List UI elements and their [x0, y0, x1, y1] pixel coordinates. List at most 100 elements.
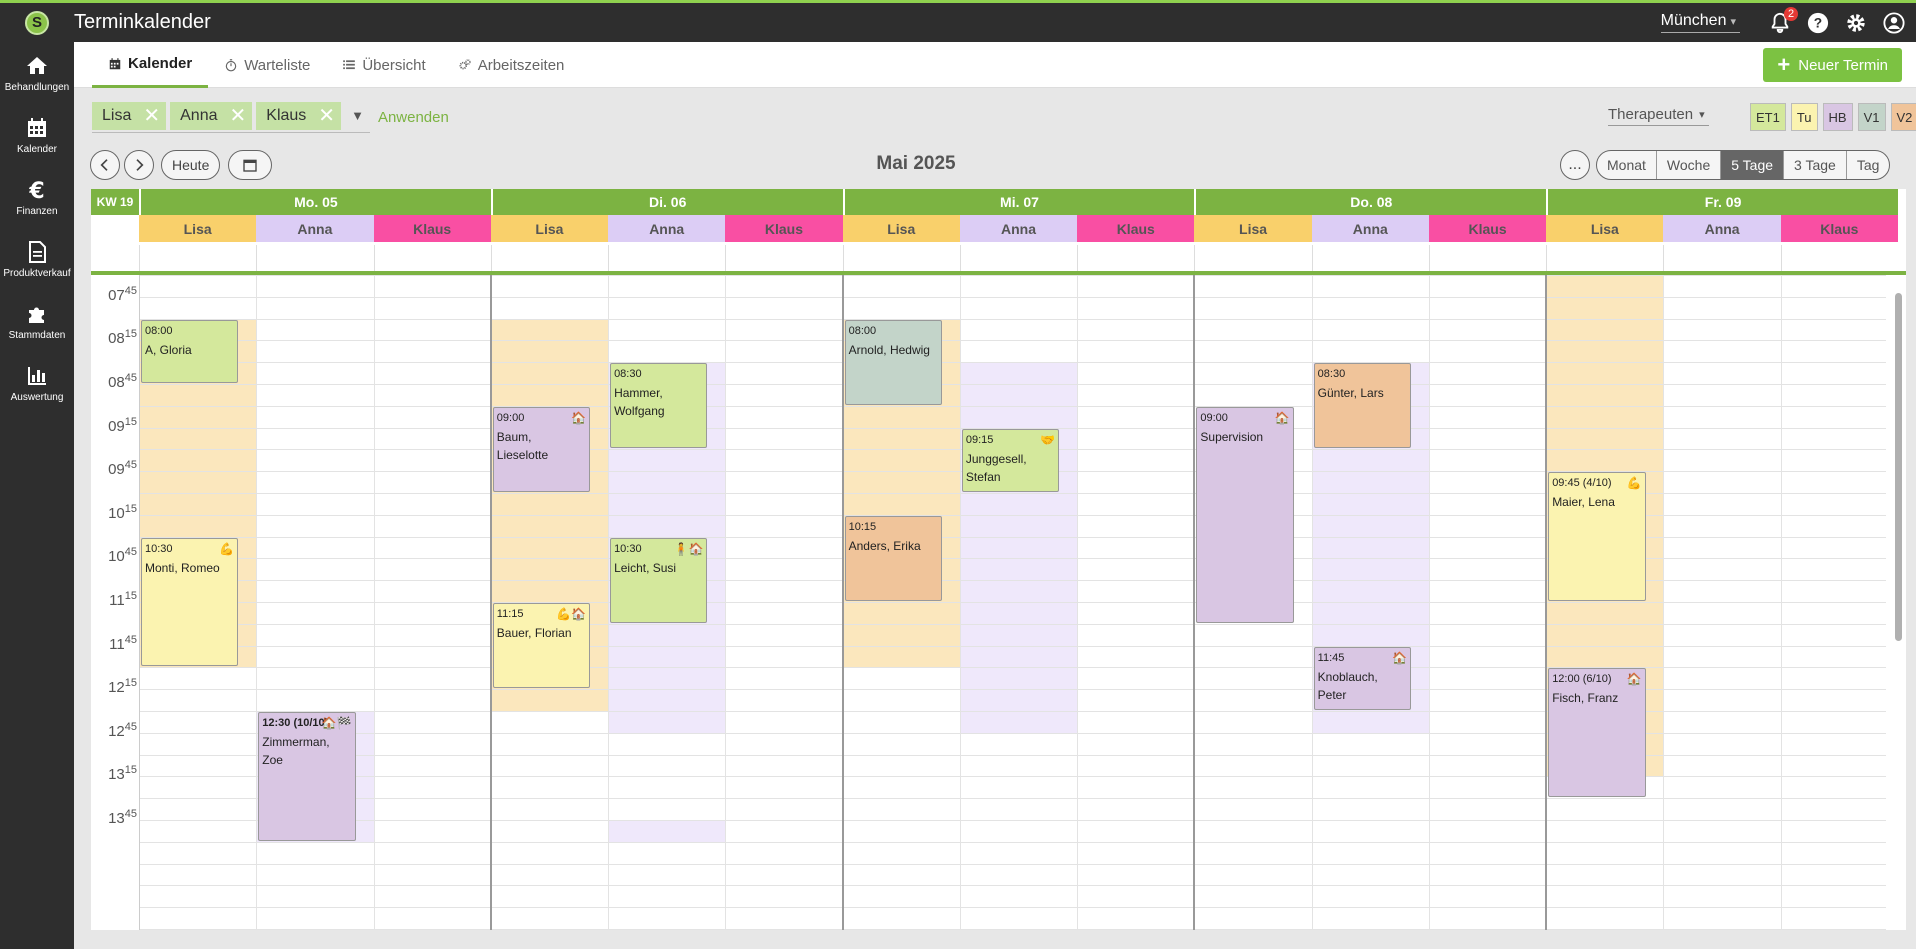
- all-day-cell[interactable]: [959, 245, 1077, 271]
- help-button[interactable]: ?: [1806, 11, 1830, 35]
- chip-anna[interactable]: Anna ✕: [170, 101, 253, 130]
- more-button[interactable]: ...: [1560, 150, 1590, 180]
- therapist-header[interactable]: Anna: [959, 215, 1078, 242]
- scroll-thumb[interactable]: [1895, 293, 1902, 641]
- tab-uebersicht[interactable]: Übersicht: [326, 42, 441, 88]
- tab-kalender[interactable]: Kalender: [92, 42, 209, 88]
- appointment-status-icon: 💪: [219, 541, 235, 556]
- sidebar-item-label: Stammdaten: [8, 329, 66, 341]
- location-select[interactable]: München ▾: [1660, 12, 1740, 33]
- all-day-cell[interactable]: [1780, 245, 1898, 271]
- all-day-cell[interactable]: [490, 245, 608, 271]
- all-day-cell[interactable]: [1077, 245, 1194, 271]
- view-5-tage[interactable]: 5 Tage: [1720, 151, 1784, 179]
- therapist-header[interactable]: Klaus: [1428, 215, 1547, 242]
- view-woche[interactable]: Woche: [1655, 151, 1720, 179]
- notifications-button[interactable]: 2: [1768, 6, 1798, 35]
- legend-item[interactable]: V1: [1857, 103, 1886, 131]
- sidebar-item-auswertung[interactable]: Auswertung: [0, 352, 74, 414]
- sidebar-item-kalender[interactable]: Kalender: [0, 104, 74, 166]
- therapist-header[interactable]: Klaus: [1077, 215, 1195, 242]
- appointment[interactable]: 10:30 Monti, Romeo 💪: [141, 537, 239, 667]
- view-monat[interactable]: Monat: [1597, 151, 1656, 179]
- sidebar-item-stammdaten[interactable]: Stammdaten: [0, 290, 74, 352]
- day-header[interactable]: Mi. 07: [842, 189, 1195, 215]
- appointment[interactable]: 09:00 Baum, Lieselotte 🏠: [492, 406, 591, 492]
- all-day-cell[interactable]: [256, 245, 373, 271]
- appointment[interactable]: 12:00 (6/10) Fisch, Franz 🏠: [1548, 668, 1646, 798]
- close-icon[interactable]: ✕: [318, 106, 335, 126]
- day-header[interactable]: Fr. 09: [1546, 189, 1898, 215]
- therapist-header[interactable]: Lisa: [139, 215, 257, 242]
- therapist-header[interactable]: Klaus: [1780, 215, 1898, 242]
- calendar-body[interactable]: 0745 0815 0845 0915 0945 1015 1045 1115 1145 1215…: [91, 275, 1886, 930]
- therapist-group-select[interactable]: Therapeuten ▾: [1608, 106, 1709, 126]
- time-hour: 12: [108, 722, 125, 740]
- view-tag[interactable]: Tag: [1845, 151, 1890, 179]
- view-3-tage[interactable]: 3 Tage: [1783, 151, 1846, 179]
- therapist-header[interactable]: Lisa: [1546, 215, 1664, 242]
- therapist-header[interactable]: Lisa: [1194, 215, 1312, 242]
- appointment[interactable]: 10:30 Leicht, Susi 🧍🏠: [610, 537, 708, 623]
- time-minute: 45: [124, 808, 137, 820]
- therapist-header[interactable]: Anna: [608, 215, 726, 242]
- tab-warteliste[interactable]: Warteliste: [208, 42, 326, 88]
- close-icon[interactable]: ✕: [143, 106, 160, 126]
- appointment[interactable]: 11:15 Bauer, Florian 💪🏠: [492, 603, 591, 689]
- sidebar-item-behandlungen[interactable]: Behandlungen: [0, 42, 74, 104]
- therapist-header[interactable]: Anna: [1663, 215, 1781, 242]
- appointment[interactable]: 08:30 Günter, Lars: [1313, 363, 1411, 449]
- all-day-cell[interactable]: [1428, 245, 1546, 271]
- chip-klaus[interactable]: Klaus ✕: [256, 101, 342, 130]
- therapist-header[interactable]: Lisa: [490, 215, 609, 242]
- therapist-header[interactable]: Anna: [1311, 215, 1429, 242]
- appointment[interactable]: 12:30 (10/10) Zimmerman, Zoe 🏠🏁: [258, 712, 356, 841]
- therapist-header[interactable]: Klaus: [373, 215, 491, 242]
- appointment[interactable]: 10:15 Anders, Erika: [844, 515, 942, 601]
- all-day-cell[interactable]: [1663, 245, 1780, 271]
- legend-item[interactable]: ET1: [1750, 103, 1786, 131]
- appointment[interactable]: 09:45 (4/10) Maier, Lena 💪: [1548, 472, 1646, 601]
- appointment[interactable]: 08:00 Arnold, Hedwig: [844, 319, 942, 405]
- appointment[interactable]: 09:15 Junggesell, Stefan 🤝: [961, 428, 1060, 492]
- all-day-cell[interactable]: [608, 245, 725, 271]
- apply-link[interactable]: Anwenden: [378, 109, 449, 126]
- appointment-status-icon: 🏠🏁: [321, 716, 352, 730]
- close-icon[interactable]: ✕: [230, 106, 247, 126]
- legend-item[interactable]: HB: [1822, 103, 1853, 131]
- calendar-scrollbar[interactable]: [1892, 275, 1904, 930]
- day-header[interactable]: Di. 06: [490, 189, 843, 215]
- grid-line: [139, 820, 1886, 821]
- appointment[interactable]: 11:45 Knoblauch, Peter 🏠: [1313, 646, 1411, 710]
- new-appointment-button[interactable]: + Neuer Termin: [1763, 48, 1902, 82]
- day-header[interactable]: Do. 08: [1194, 189, 1547, 215]
- column-line: [373, 275, 375, 930]
- app-logo[interactable]: S: [0, 3, 74, 42]
- time-label: 1345: [91, 808, 137, 827]
- all-day-cell[interactable]: [139, 245, 256, 271]
- all-day-cell[interactable]: [1546, 245, 1663, 271]
- all-day-cell[interactable]: [1311, 245, 1429, 271]
- appointment[interactable]: 08:00 A, Gloria: [141, 319, 239, 383]
- time-hour: 12: [108, 679, 125, 697]
- sidebar-item-finanzen[interactable]: € Finanzen: [0, 166, 74, 228]
- appointment[interactable]: 08:30 Hammer, Wolfgang: [610, 363, 708, 449]
- tab-arbeitszeiten[interactable]: Arbeitszeiten: [442, 42, 581, 88]
- all-day-cell[interactable]: [1194, 245, 1311, 271]
- chip-lisa[interactable]: Lisa ✕: [92, 101, 167, 130]
- therapist-chips[interactable]: Lisa ✕ Anna ✕ Klaus ✕ ▼: [92, 101, 370, 133]
- user-button[interactable]: [1882, 11, 1906, 35]
- appointment[interactable]: 09:00 Supervision 🏠: [1196, 406, 1294, 623]
- legend-item[interactable]: Tu: [1790, 103, 1818, 131]
- sidebar-item-produktverkauf[interactable]: Produktverkauf: [0, 228, 74, 290]
- therapist-header[interactable]: Anna: [256, 215, 374, 242]
- therapist-header[interactable]: Lisa: [842, 215, 960, 242]
- chevron-down-icon[interactable]: ▼: [351, 108, 364, 123]
- day-header[interactable]: Mo. 05: [139, 189, 491, 215]
- therapist-header[interactable]: Klaus: [725, 215, 843, 242]
- legend-item[interactable]: V2: [1890, 103, 1916, 131]
- all-day-cell[interactable]: [373, 245, 491, 271]
- all-day-cell[interactable]: [842, 245, 960, 271]
- settings-button[interactable]: [1844, 11, 1868, 35]
- all-day-cell[interactable]: [725, 245, 842, 271]
